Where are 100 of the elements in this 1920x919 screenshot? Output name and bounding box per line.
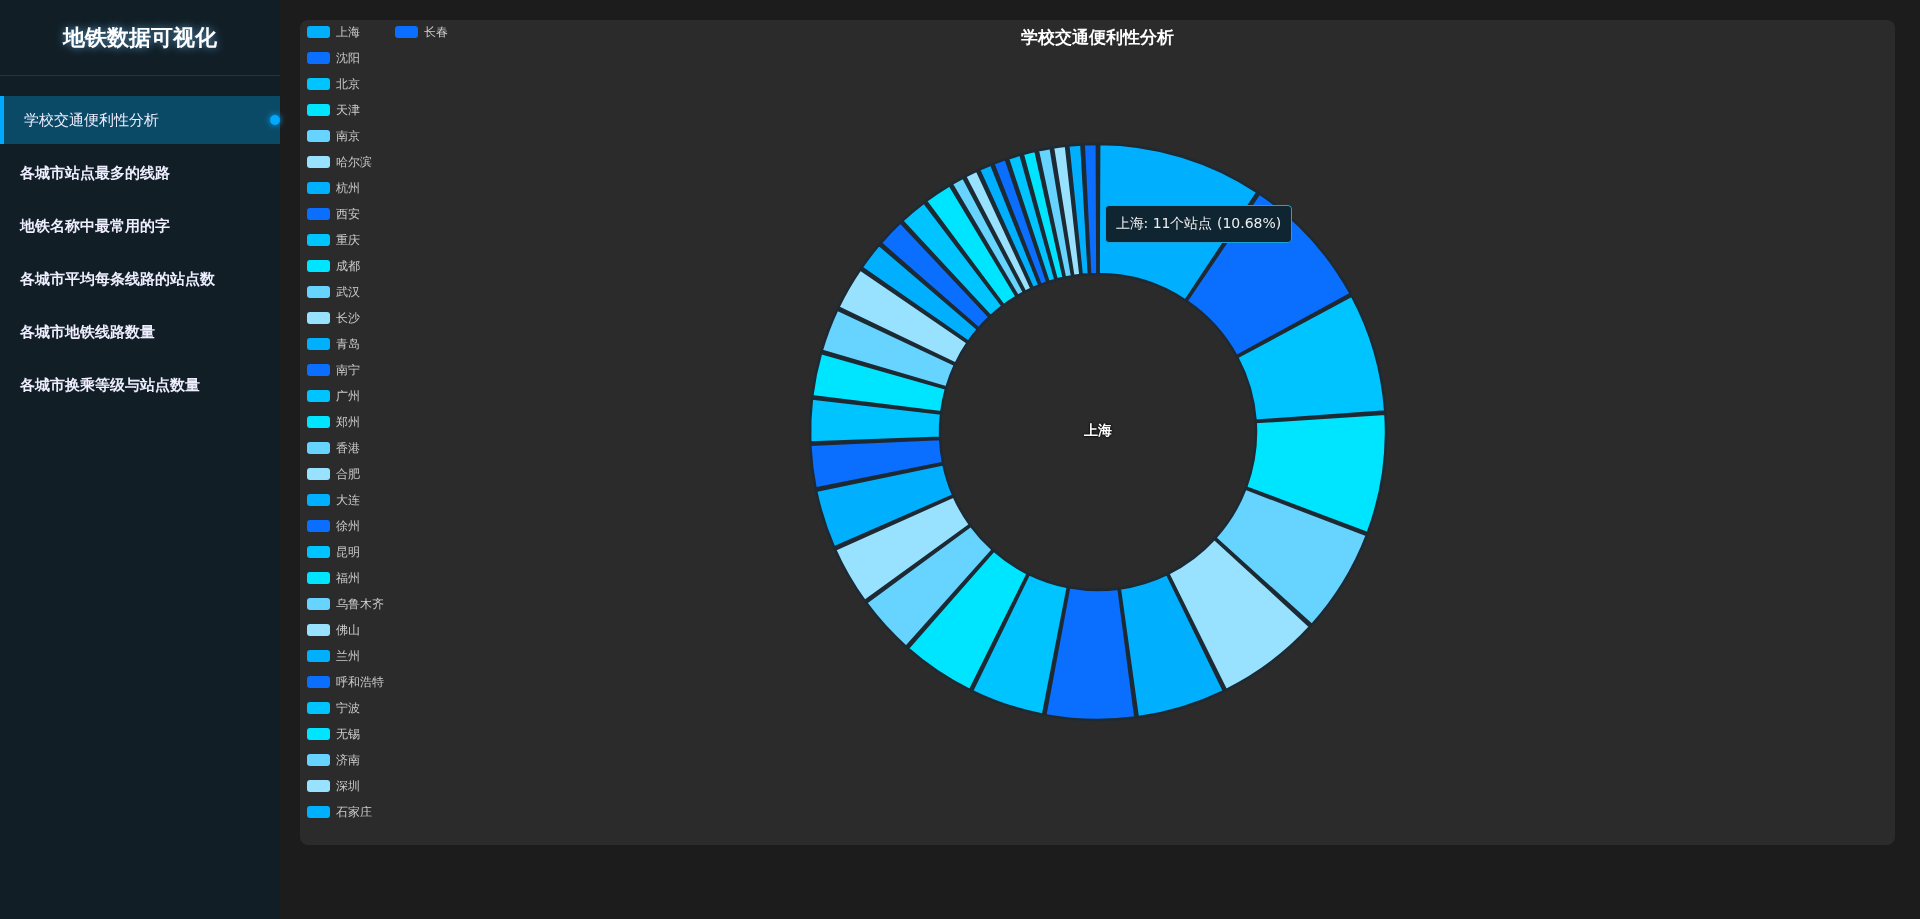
legend-label: 沈阳 <box>336 49 360 67</box>
donut-slice[interactable] <box>991 157 1049 287</box>
legend-item[interactable]: 长沙 <box>307 310 395 326</box>
legend-label: 北京 <box>336 75 360 93</box>
legend-item[interactable]: 乌鲁木齐 <box>307 596 395 612</box>
legend-label: 长沙 <box>336 309 360 327</box>
legend-label: 南京 <box>336 127 360 145</box>
donut-slice[interactable] <box>833 495 971 603</box>
legend-item[interactable]: 徐州 <box>307 518 395 534</box>
donut-slice[interactable] <box>1020 149 1065 281</box>
nav-item[interactable]: 地铁名称中最常用的字 <box>0 202 280 250</box>
legend-item[interactable]: 合肥 <box>307 466 395 482</box>
legend-item[interactable]: 西安 <box>307 206 395 222</box>
legend-label: 佛山 <box>336 621 360 639</box>
legend-label: 福州 <box>336 569 360 587</box>
donut-slice[interactable] <box>808 437 944 490</box>
donut-slice[interactable] <box>814 462 954 549</box>
nav-item[interactable]: 各城市站点最多的线路 <box>0 149 280 197</box>
tooltip: 上海: 11个站点 (10.68%) <box>1104 205 1293 243</box>
legend-item[interactable]: 南宁 <box>307 362 395 378</box>
chart-title: 学校交通便利性分析 <box>1021 26 1174 49</box>
legend-item[interactable]: 天津 <box>307 102 395 118</box>
donut-slice[interactable] <box>1006 153 1057 284</box>
legend-item[interactable]: 广州 <box>307 388 395 404</box>
legend-item[interactable]: 香港 <box>307 440 395 456</box>
donut-slice[interactable] <box>878 221 991 330</box>
legend-label: 西安 <box>336 205 360 223</box>
legend-label: 宁波 <box>336 699 360 717</box>
donut-slice[interactable] <box>900 201 1004 318</box>
donut-slice[interactable] <box>924 183 1018 307</box>
nav-item[interactable]: 各城市平均每条线路的站点数 <box>0 255 280 303</box>
donut-slice[interactable] <box>819 308 956 389</box>
donut-slice[interactable] <box>864 524 994 649</box>
donut-slice[interactable] <box>1166 537 1311 692</box>
center-label: 上海 <box>1082 422 1113 440</box>
legend-item[interactable]: 呼和浩特 <box>307 674 395 690</box>
donut-slice[interactable] <box>1051 144 1082 278</box>
legend-item[interactable]: 杭州 <box>307 180 395 196</box>
donut-slice[interactable] <box>1118 572 1225 719</box>
donut-slice[interactable] <box>1244 412 1387 535</box>
donut-slice[interactable] <box>1066 143 1090 277</box>
legend-label: 济南 <box>336 751 360 769</box>
donut-slice[interactable] <box>1036 146 1073 279</box>
legend-item[interactable]: 深圳 <box>307 778 395 794</box>
legend-label: 长春 <box>424 23 448 41</box>
legend-label: 南宁 <box>336 361 360 379</box>
legend-label: 重庆 <box>336 231 360 249</box>
legend-item[interactable]: 宁波 <box>307 700 395 716</box>
active-dot-icon <box>270 115 280 125</box>
legend-item[interactable]: 北京 <box>307 76 395 92</box>
legend-label: 石家庄 <box>336 803 372 821</box>
nav-item[interactable]: 各城市换乘等级与站点数量 <box>0 361 280 409</box>
donut-slice[interactable] <box>1043 586 1137 722</box>
legend-label: 大连 <box>336 491 360 509</box>
legend-item[interactable]: 佛山 <box>307 622 395 638</box>
legend-item[interactable]: 福州 <box>307 570 395 586</box>
legend-label: 徐州 <box>336 517 360 535</box>
legend-item[interactable]: 兰州 <box>307 648 395 664</box>
legend-label: 乌鲁木齐 <box>336 595 384 613</box>
legend-label: 合肥 <box>336 465 360 483</box>
legend-item[interactable]: 昆明 <box>307 544 395 560</box>
legend-label: 郑州 <box>336 413 360 431</box>
donut-slice[interactable] <box>1235 294 1386 422</box>
legend-label: 广州 <box>336 387 360 405</box>
nav-item[interactable]: 学校交通便利性分析 <box>0 96 280 144</box>
app-title: 地铁数据可视化 <box>61 23 218 52</box>
donut-slice[interactable] <box>970 572 1069 716</box>
donut-slice[interactable] <box>977 163 1041 290</box>
legend-item[interactable]: 无锡 <box>307 726 395 742</box>
legend-item[interactable]: 重庆 <box>307 232 395 248</box>
legend-item[interactable]: 沈阳 <box>307 50 395 66</box>
donut-slice[interactable] <box>836 268 969 365</box>
donut-slice[interactable] <box>963 169 1033 294</box>
legend-label: 上海 <box>336 23 360 41</box>
legend-item[interactable]: 青岛 <box>307 336 395 352</box>
legend-item[interactable]: 成都 <box>307 258 395 274</box>
legend-label: 青岛 <box>336 335 360 353</box>
legend-item[interactable]: 济南 <box>307 752 395 768</box>
legend-item[interactable]: 长春 <box>395 24 483 40</box>
legend-label: 哈尔滨 <box>336 153 372 171</box>
legend-item[interactable]: 哈尔滨 <box>307 154 395 170</box>
legend-item[interactable]: 武汉 <box>307 284 395 300</box>
donut-slice[interactable] <box>859 243 979 343</box>
donut-slice[interactable] <box>949 176 1025 298</box>
legend-item[interactable]: 南京 <box>307 128 395 144</box>
legend-item[interactable]: 郑州 <box>307 414 395 430</box>
donut-slice[interactable] <box>1213 487 1368 627</box>
legend-label: 成都 <box>336 257 360 275</box>
donut-slice[interactable] <box>808 397 942 444</box>
donut-slice[interactable] <box>810 351 947 414</box>
donut-slice[interactable] <box>906 549 1029 692</box>
legend-item[interactable]: 石家庄 <box>307 804 395 820</box>
legend-label: 深圳 <box>336 777 360 795</box>
nav-item[interactable]: 各城市地铁线路数量 <box>0 308 280 356</box>
legend-label: 杭州 <box>336 179 360 197</box>
legend-label: 昆明 <box>336 543 360 561</box>
legend-label: 天津 <box>336 101 360 119</box>
legend-item[interactable]: 上海 <box>307 24 395 40</box>
legend-label: 武汉 <box>336 283 360 301</box>
legend-item[interactable]: 大连 <box>307 492 395 508</box>
